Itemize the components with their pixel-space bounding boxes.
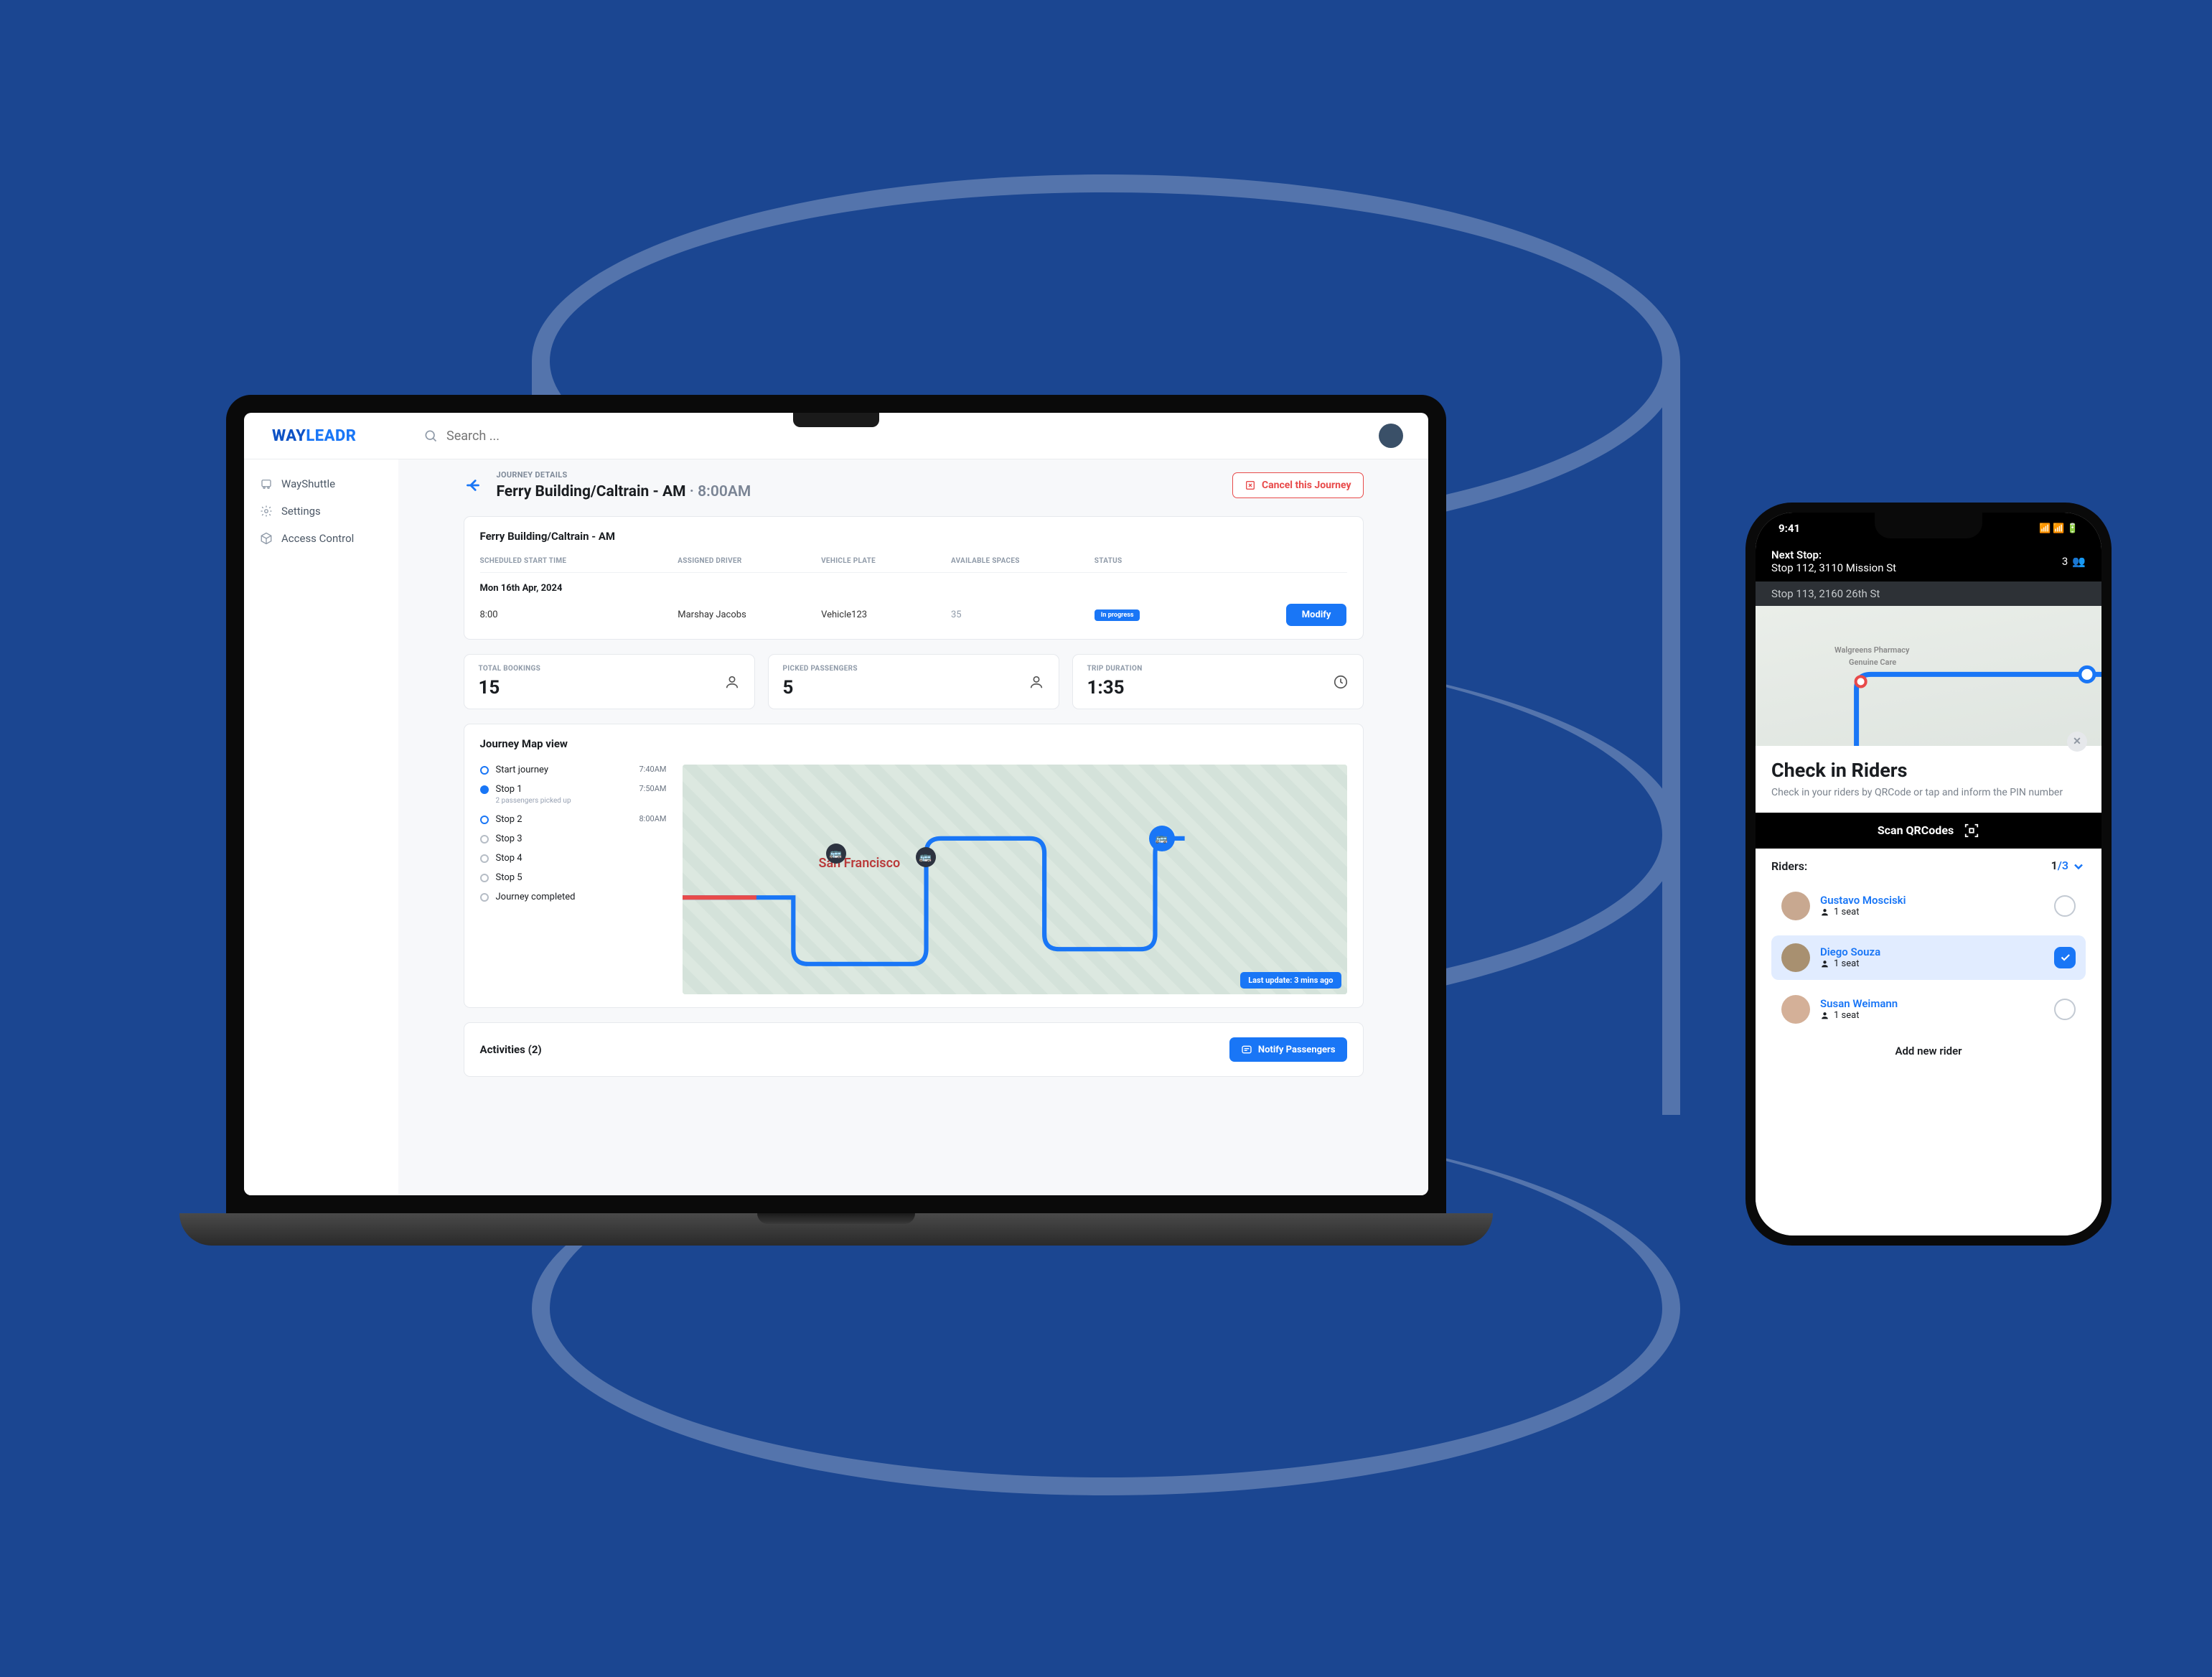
journey-table-card: Ferry Building/Caltrain - AM SCHEDULED S… [464,516,1364,640]
riders-label: Riders: [1771,859,1807,873]
message-icon [1241,1044,1252,1055]
rider-row[interactable]: Susan Weimann1 seat [1771,987,2086,1032]
map-canvas[interactable]: San Francisco 🚌 🚌 🚌 Last update: 3 mins … [683,765,1347,994]
riders-header[interactable]: Riders: 1/3 [1771,849,2086,884]
shuttle-icon [260,477,273,490]
stat-duration: TRIP DURATION1:35 [1072,654,1364,709]
card-title: Ferry Building/Caltrain - AM [480,530,1347,543]
rider-avatar [1781,995,1810,1024]
stop-item: Stop 3 [480,833,667,844]
phone-map[interactable]: Walgreens Pharmacy Genuine Care [1756,606,2101,746]
page-title: Ferry Building/Caltrain - AM · 8:00AM [497,483,1218,500]
checkbox[interactable] [2054,999,2076,1020]
qr-icon [1964,823,1979,838]
sidebar-item-wayshuttle[interactable]: WayShuttle [244,470,398,498]
stop-pin-icon: 🚌 [826,844,846,864]
stops-list: Start journey7:40AM Stop 12 passengers p… [480,765,667,994]
laptop-notch [793,413,879,427]
phone-route [1756,606,2101,746]
search-input[interactable] [446,429,1364,444]
rider-avatar [1781,892,1810,920]
stat-picked: PICKED PASSENGERS5 [768,654,1059,709]
checkbox-checked[interactable] [2054,947,2076,968]
rider-name: Diego Souza [1820,945,2044,958]
laptop-base [179,1213,1493,1246]
phone-notch [1875,513,1982,538]
user-icon [1820,907,1829,917]
rider-name: Gustavo Mosciski [1820,894,2044,907]
upcoming-stop: Stop 113, 2160 26th St [1756,581,2101,606]
stop-pin-icon: 🚌 [916,847,936,867]
user-avatar[interactable] [1379,424,1403,448]
checkin-sheet: ✕ Check in Riders Check in your riders b… [1756,746,2101,1235]
last-update-badge: Last update: 3 mins ago [1240,972,1341,989]
chevron-down-icon [2071,859,2086,874]
cell-driver: Marshay Jacobs [678,609,814,620]
sheet-subtitle: Check in your riders by QRCode or tap an… [1771,786,2086,800]
rider-row[interactable]: Gustavo Mosciski1 seat [1771,884,2086,928]
next-stop-label: Next Stop: [1771,548,1896,561]
seat-count: 3 👥 [2062,555,2086,568]
clock-icon [1333,674,1349,690]
cancel-journey-button[interactable]: Cancel this Journey [1232,472,1364,498]
stat-bookings: TOTAL BOOKINGS15 [464,654,755,709]
sidebar: WayShuttle Settings Access Control [244,459,398,1195]
rider-avatar [1781,943,1810,972]
scan-qr-button[interactable]: Scan QRCodes [1756,813,2101,849]
next-stop-panel: Next Stop: Stop 112, 3110 Mission St 3 👥 [1756,544,2101,581]
user-icon [1820,959,1829,968]
cell-spaces: 35 [951,609,1087,620]
phone-time: 9:41 [1778,522,1800,535]
sidebar-item-access[interactable]: Access Control [244,525,398,552]
route-line [683,765,1347,994]
phone-mockup: 9:41 📶 📶 🔋 Next Stop: Stop 112, 3110 Mis… [1745,503,2112,1246]
map-card: Journey Map view Start journey7:40AM Sto… [464,724,1364,1008]
cell-plate: Vehicle123 [821,609,944,620]
sidebar-item-label: Settings [281,505,321,518]
cell-time: 8:00 [480,609,671,620]
sheet-title: Check in Riders [1771,759,2086,782]
modify-button[interactable]: Modify [1286,604,1347,626]
map-title: Journey Map view [480,737,1347,750]
stop-item: Stop 4 [480,853,667,864]
laptop-mockup: WAYLEADR WayShuttle Settings [179,395,1493,1246]
notify-passengers-button[interactable]: Notify Passengers [1229,1037,1347,1062]
checkbox[interactable] [2054,895,2076,917]
table-header: SCHEDULED START TIMEASSIGNED DRIVERVEHIC… [480,557,1347,573]
stop-item: Stop 12 passengers picked up7:50AM [480,784,667,805]
close-icon[interactable]: ✕ [2067,732,2087,752]
activities-title: Activities (2) [480,1043,542,1056]
sidebar-item-settings[interactable]: Settings [244,498,398,525]
stop-item: Stop 28:00AM [480,814,667,825]
cell-status: In progress [1095,609,1217,621]
cube-icon [260,532,273,545]
rider-name: Susan Weimann [1820,997,2044,1010]
table-date: Mon 16th Apr, 2024 [480,573,1347,594]
user-icon [1028,674,1044,690]
gear-icon [260,505,273,518]
logo: WAYLEADR [272,427,409,445]
stop-item: Start journey7:40AM [480,765,667,775]
table-row: 8:00 Marshay Jacobs Vehicle123 35 In pro… [480,594,1347,626]
activities-card: Activities (2) Notify Passengers [464,1022,1364,1077]
sidebar-item-label: Access Control [281,532,354,545]
stats-row: TOTAL BOOKINGS15 PICKED PASSENGERS5 TRIP… [464,654,1364,709]
stop-item: Journey completed [480,892,667,902]
current-pin-icon: 🚌 [1149,826,1175,851]
search-icon [423,429,438,443]
phone-indicators: 📶 📶 🔋 [2039,523,2079,534]
user-icon [724,674,740,690]
sidebar-item-label: WayShuttle [281,477,335,490]
main-content: JOURNEY DETAILS Ferry Building/Caltrain … [398,459,1428,1195]
back-icon[interactable] [464,476,482,495]
x-square-icon [1245,480,1256,491]
stop-item: Stop 5 [480,872,667,883]
next-stop-addr: Stop 112, 3110 Mission St [1771,561,1896,574]
breadcrumb: JOURNEY DETAILS [497,470,1218,480]
user-icon [1820,1011,1829,1020]
add-rider-button[interactable]: Add new rider [1771,1039,2086,1063]
rider-row[interactable]: Diego Souza1 seat [1771,935,2086,980]
